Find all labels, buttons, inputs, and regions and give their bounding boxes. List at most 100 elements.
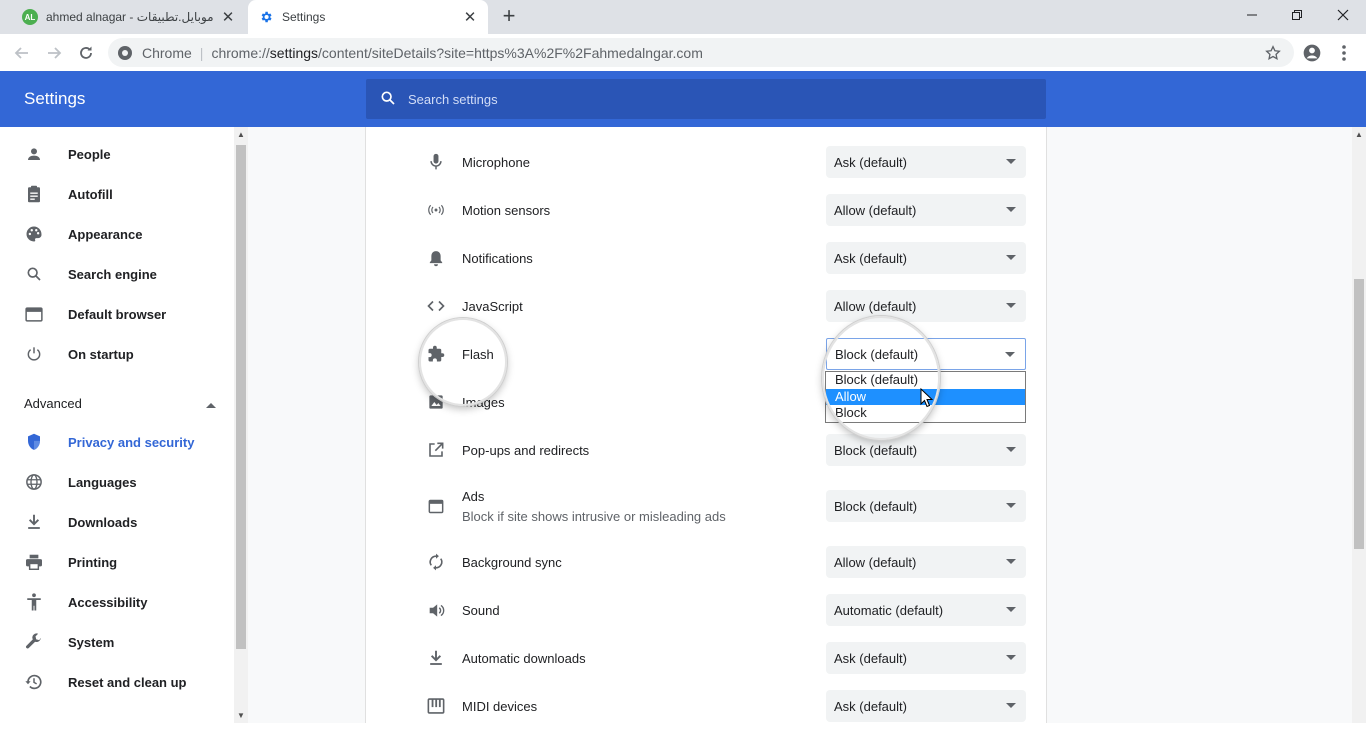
new-tab-button[interactable]: + xyxy=(498,5,520,28)
scroll-up-arrow-icon[interactable]: ▲ xyxy=(236,130,246,140)
gear-icon xyxy=(258,9,274,25)
sidebar-item-label: Languages xyxy=(68,474,137,490)
permission-row-microphone: Microphone Ask (default) xyxy=(366,138,1046,186)
sidebar-item-downloads[interactable]: Downloads xyxy=(0,502,234,542)
close-icon[interactable]: ✕ xyxy=(220,8,236,26)
address-bar[interactable]: Chrome | chrome://settings/content/siteD… xyxy=(108,38,1294,67)
main-scrollbar[interactable]: ▲ xyxy=(1352,127,1366,723)
select-value: Ask (default) xyxy=(834,698,907,714)
close-icon[interactable]: ✕ xyxy=(462,8,478,26)
download-icon xyxy=(24,512,44,532)
tab-title: ahmed alnagar - موبايل.تطبيقات xyxy=(46,10,214,24)
permission-label: Microphone xyxy=(462,155,530,170)
settings-sidebar: People Autofill Appearance Search engine… xyxy=(0,127,248,723)
browser-toolbar: Chrome | chrome://settings/content/siteD… xyxy=(0,34,1366,71)
person-icon xyxy=(24,144,44,164)
piano-icon xyxy=(424,694,448,718)
sidebar-item-printing[interactable]: Printing xyxy=(0,542,234,582)
select-value: Block (default) xyxy=(834,442,918,458)
bookmark-star-icon[interactable] xyxy=(1260,39,1286,67)
tab-settings[interactable]: Settings ✕ xyxy=(248,0,488,34)
chevron-up-icon xyxy=(206,396,216,411)
window-close-icon[interactable] xyxy=(1320,0,1366,30)
search-settings-box[interactable] xyxy=(366,79,1046,119)
reload-icon[interactable] xyxy=(72,39,100,67)
minimize-icon[interactable] xyxy=(1229,0,1275,30)
advanced-label: Advanced xyxy=(24,395,82,411)
dropdown-arrow-icon xyxy=(1006,607,1016,612)
more-vert-icon[interactable] xyxy=(1334,39,1354,67)
sidebar-item-label: Default browser xyxy=(68,306,167,322)
dropdown-arrow-icon xyxy=(1006,559,1016,564)
dropdown-arrow-icon xyxy=(1006,255,1016,260)
permission-label: Motion sensors xyxy=(462,203,551,218)
shield-icon xyxy=(24,432,44,452)
tab-ahmed-alnagar[interactable]: AL ahmed alnagar - موبايل.تطبيقات ✕ xyxy=(12,0,246,34)
sidebar-item-label: Downloads xyxy=(68,514,138,530)
profile-avatar-icon[interactable] xyxy=(1298,39,1326,67)
sidebar-item-languages[interactable]: Languages xyxy=(0,462,234,502)
permission-row-popups: Pop-ups and redirects Block (default) xyxy=(366,426,1046,474)
midi-devices-select[interactable]: Ask (default) xyxy=(826,690,1026,722)
sync-icon xyxy=(424,550,448,574)
javascript-select[interactable]: Allow (default) xyxy=(826,290,1026,322)
site-info-icon[interactable] xyxy=(118,45,132,60)
scroll-up-arrow-icon[interactable]: ▲ xyxy=(1354,130,1364,140)
scrollbar-thumb[interactable] xyxy=(1354,279,1364,549)
flash-select[interactable]: Block (default) xyxy=(826,338,1026,370)
permission-label: MIDI devices xyxy=(462,699,538,714)
dropdown-arrow-icon xyxy=(1005,352,1015,357)
printer-icon xyxy=(24,552,44,572)
automatic-downloads-select[interactable]: Ask (default) xyxy=(826,642,1026,674)
permission-label: Ads xyxy=(462,489,485,504)
sidebar-item-reset-and-clean-up[interactable]: Reset and clean up xyxy=(0,662,234,702)
permission-row-sound: Sound Automatic (default) xyxy=(366,586,1046,634)
background-sync-select[interactable]: Allow (default) xyxy=(826,546,1026,578)
scroll-down-arrow-icon[interactable]: ▼ xyxy=(236,711,246,721)
back-arrow-icon[interactable] xyxy=(8,39,36,67)
sidebar-item-on-startup[interactable]: On startup xyxy=(0,334,234,374)
dropdown-option-block-default[interactable]: Block (default) xyxy=(826,372,1025,389)
sidebar-item-people[interactable]: People xyxy=(0,134,234,174)
microphone-select[interactable]: Ask (default) xyxy=(826,146,1026,178)
forward-arrow-icon[interactable] xyxy=(40,39,68,67)
permission-sublabel: Block if site shows intrusive or mislead… xyxy=(462,509,726,524)
sidebar-item-search-engine[interactable]: Search engine xyxy=(0,254,234,294)
settings-header: Settings xyxy=(0,71,1366,127)
notifications-select[interactable]: Ask (default) xyxy=(826,242,1026,274)
dropdown-arrow-icon xyxy=(1006,159,1016,164)
popups-select[interactable]: Block (default) xyxy=(826,434,1026,466)
site-permissions-card: Microphone Ask (default) Motion sensors … xyxy=(365,127,1047,723)
sidebar-scrollbar[interactable]: ▲ ▼ xyxy=(234,127,248,723)
sidebar-item-label: Reset and clean up xyxy=(68,674,187,690)
motion-sensors-select[interactable]: Allow (default) xyxy=(826,194,1026,226)
page-title: Settings xyxy=(24,89,86,108)
download-icon xyxy=(424,646,448,670)
permission-label: Images xyxy=(462,395,505,410)
sidebar-item-default-browser[interactable]: Default browser xyxy=(0,294,234,334)
search-input[interactable] xyxy=(408,91,1008,107)
advanced-section-toggle[interactable]: Advanced xyxy=(24,391,216,415)
microphone-icon xyxy=(424,150,448,174)
url-text: chrome://settings/content/siteDetails?si… xyxy=(211,45,702,61)
select-value: Allow (default) xyxy=(834,202,917,218)
browser-window-icon xyxy=(24,304,44,324)
restore-icon[interactable] xyxy=(1274,0,1320,30)
power-icon xyxy=(24,344,44,364)
search-icon xyxy=(380,90,396,109)
scrollbar-thumb[interactable] xyxy=(236,145,246,649)
ads-select[interactable]: Block (default) xyxy=(826,490,1026,522)
clipboard-icon xyxy=(24,184,44,204)
permission-label: Sound xyxy=(462,603,500,618)
permission-row-javascript: JavaScript Allow (default) xyxy=(366,282,1046,330)
sidebar-item-accessibility[interactable]: Accessibility xyxy=(0,582,234,622)
sidebar-item-system[interactable]: System xyxy=(0,622,234,662)
sidebar-item-autofill[interactable]: Autofill xyxy=(0,174,234,214)
sidebar-item-label: Accessibility xyxy=(68,594,148,610)
sidebar-item-appearance[interactable]: Appearance xyxy=(0,214,234,254)
sound-select[interactable]: Automatic (default) xyxy=(826,594,1026,626)
select-value: Automatic (default) xyxy=(834,602,944,618)
sidebar-item-privacy-and-security[interactable]: Privacy and security xyxy=(0,422,234,462)
permission-row-background-sync: Background sync Allow (default) xyxy=(366,538,1046,586)
sidebar-item-label: System xyxy=(68,634,115,650)
